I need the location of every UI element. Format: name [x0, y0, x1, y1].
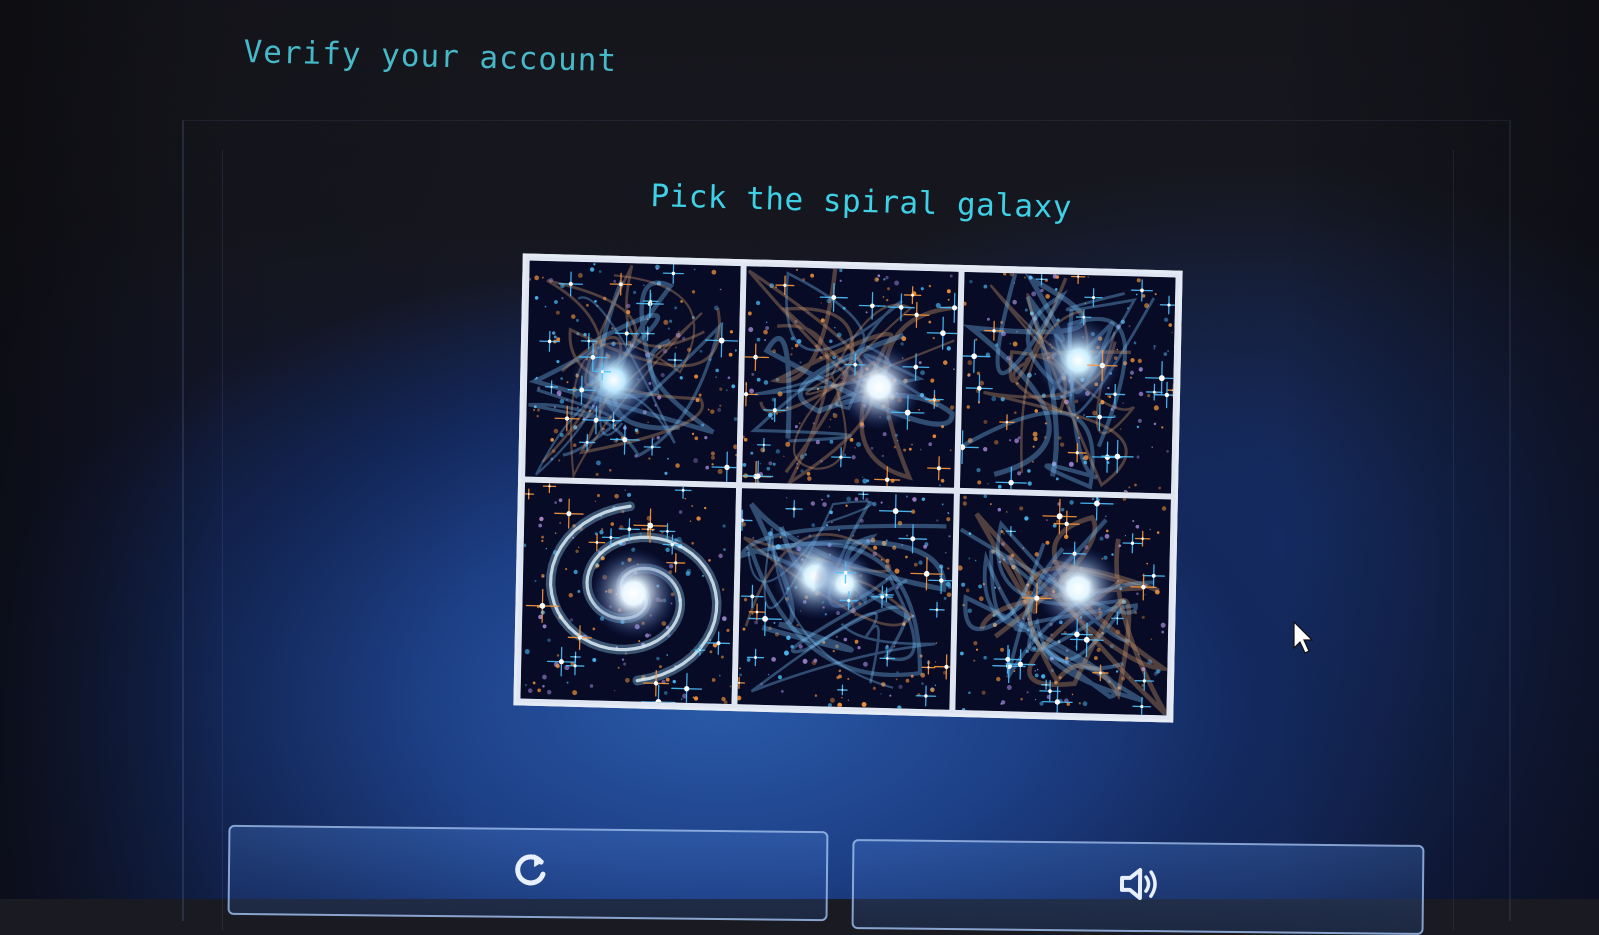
captcha-tile-4[interactable] — [520, 482, 737, 705]
audio-challenge-button[interactable] — [851, 839, 1425, 935]
refresh-icon — [515, 854, 546, 886]
refresh-button[interactable] — [227, 824, 829, 922]
captcha-image-grid — [513, 253, 1183, 723]
speaker-icon — [1119, 868, 1157, 901]
captcha-tile-2[interactable] — [742, 266, 959, 488]
captcha-tile-1[interactable] — [525, 260, 741, 483]
mouse-cursor-icon — [1293, 620, 1314, 654]
captcha-tile-6[interactable] — [955, 493, 1171, 716]
captcha-tile-3[interactable] — [959, 271, 1176, 494]
page-title: Verify your account — [243, 34, 618, 80]
captcha-tile-5[interactable] — [737, 488, 954, 710]
